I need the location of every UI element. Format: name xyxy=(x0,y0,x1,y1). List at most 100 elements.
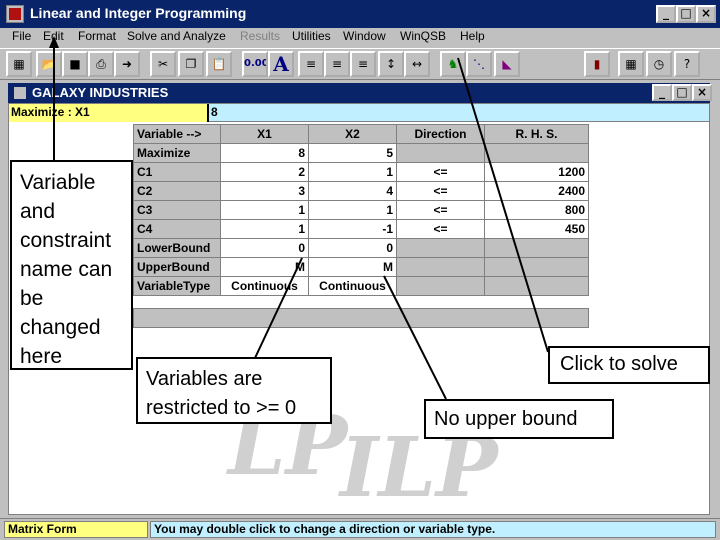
menu-winqsb[interactable]: WinQSB xyxy=(400,29,446,43)
cell-rhs xyxy=(484,276,589,296)
menu-utilities[interactable]: Utilities xyxy=(292,29,331,43)
cell-direction[interactable]: <= xyxy=(396,219,485,239)
callout-click-to-solve: Click to solve xyxy=(548,346,710,384)
cell-rhs xyxy=(484,257,589,277)
menu-solve-and-analyze[interactable]: Solve and Analyze xyxy=(127,29,226,43)
row-name: LowerBound xyxy=(133,238,221,258)
cell-x1[interactable]: 1 xyxy=(220,219,309,239)
decimal-icon[interactable]: 0.00 xyxy=(242,51,268,77)
header-x1[interactable]: X1 xyxy=(220,124,309,144)
cell-x2[interactable]: 0 xyxy=(308,238,397,258)
app-title: Linear and Integer Programming xyxy=(30,5,247,21)
table-row: VariableType Continuous Continuous xyxy=(133,276,589,296)
graph-solve-icon[interactable]: ⋱ xyxy=(466,51,492,77)
cell-rhs[interactable]: 1200 xyxy=(484,162,589,182)
child-minimize-button[interactable]: _ xyxy=(652,84,672,101)
callout-no-upper-bound: No upper bound xyxy=(424,399,614,439)
bar-chart-icon[interactable]: ▮ xyxy=(584,51,610,77)
header-variable: Variable --> xyxy=(133,124,221,144)
row-name[interactable]: C3 xyxy=(133,200,221,220)
cell-x1[interactable]: 8 xyxy=(220,143,309,163)
cell-x2[interactable]: 4 xyxy=(308,181,397,201)
cell-rhs xyxy=(484,143,589,163)
grid-header-row: Variable --> X1 X2 Direction R. H. S. xyxy=(133,124,589,144)
menu-help[interactable]: Help xyxy=(460,29,485,43)
row-name[interactable]: C2 xyxy=(133,181,221,201)
menu-format[interactable]: Format xyxy=(78,29,116,43)
row-name[interactable]: C1 xyxy=(133,162,221,182)
close-button[interactable]: × xyxy=(696,5,716,23)
align-center-icon[interactable]: ≡ xyxy=(324,51,350,77)
cell-rhs xyxy=(484,238,589,258)
cell-rhs[interactable]: 2400 xyxy=(484,181,589,201)
cell-reference: Maximize : X1 xyxy=(9,104,209,122)
cell-x1[interactable]: 3 xyxy=(220,181,309,201)
copy-icon[interactable]: ❐ xyxy=(178,51,204,77)
app-title-bar: Linear and Integer Programming _ □ × xyxy=(0,0,720,28)
help-icon[interactable]: ? xyxy=(674,51,700,77)
cell-x2[interactable]: 1 xyxy=(308,162,397,182)
chart-icon[interactable]: ◣ xyxy=(494,51,520,77)
model-window-title-bar: GALAXY INDUSTRIES _ □ × xyxy=(8,83,712,103)
app-icon[interactable] xyxy=(6,5,24,23)
row-name[interactable]: Maximize xyxy=(133,143,221,163)
print-icon[interactable]: ⎙ xyxy=(88,51,114,77)
cell-direction[interactable]: <= xyxy=(396,200,485,220)
grid-icon[interactable]: ▦ xyxy=(6,51,32,77)
cell-x2[interactable]: -1 xyxy=(308,219,397,239)
child-maximize-button[interactable]: □ xyxy=(672,84,692,101)
cell-x1[interactable]: 2 xyxy=(220,162,309,182)
clock-icon[interactable]: ◷ xyxy=(646,51,672,77)
child-close-button[interactable]: × xyxy=(692,84,712,101)
menu-bar: File Edit Format Solve and Analyze Resul… xyxy=(0,28,720,48)
cell-x1[interactable]: 1 xyxy=(220,200,309,220)
menu-file[interactable]: File xyxy=(12,29,31,43)
paste-icon[interactable]: 📋 xyxy=(206,51,232,77)
cell-value-input[interactable]: 8 xyxy=(211,104,218,121)
cell-rhs[interactable]: 800 xyxy=(484,200,589,220)
table-row: C3 1 1 <= 800 xyxy=(133,200,589,220)
cut-icon[interactable]: ✂ xyxy=(150,51,176,77)
save-icon[interactable]: ■ xyxy=(62,51,88,77)
callout-nonnegative: Variables are restricted to >= 0 xyxy=(136,357,332,424)
model-grid: Variable --> X1 X2 Direction R. H. S. Ma… xyxy=(133,124,589,296)
cell-direction xyxy=(396,257,485,277)
cell-x1[interactable]: Continuous xyxy=(220,276,309,296)
solve-icon[interactable]: ♞ xyxy=(440,51,466,77)
cell-x1[interactable]: 0 xyxy=(220,238,309,258)
table-row: C1 2 1 <= 1200 xyxy=(133,162,589,182)
status-hint: You may double click to change a directi… xyxy=(150,521,716,538)
cell-rhs[interactable]: 450 xyxy=(484,219,589,239)
maximize-button[interactable]: □ xyxy=(676,5,696,23)
cell-x2[interactable]: 5 xyxy=(308,143,397,163)
document-icon[interactable] xyxy=(14,87,26,99)
cell-direction[interactable]: <= xyxy=(396,162,485,182)
minimize-button[interactable]: _ xyxy=(656,5,676,23)
menu-window[interactable]: Window xyxy=(343,29,386,43)
table-row: UpperBound M M xyxy=(133,257,589,277)
align-right-icon[interactable]: ≡ xyxy=(350,51,376,77)
header-rhs: R. H. S. xyxy=(484,124,589,144)
cell-direction[interactable]: <= xyxy=(396,181,485,201)
header-x2[interactable]: X2 xyxy=(308,124,397,144)
calculator-icon[interactable]: ▦ xyxy=(618,51,644,77)
cell-x1[interactable]: M xyxy=(220,257,309,277)
font-icon[interactable]: A xyxy=(268,51,294,77)
status-mode: Matrix Form xyxy=(4,521,148,538)
align-left-icon[interactable]: ≡ xyxy=(298,51,324,77)
column-width-icon[interactable]: ↔ xyxy=(404,51,430,77)
cell-x2[interactable]: 1 xyxy=(308,200,397,220)
cell-x2[interactable]: M xyxy=(308,257,397,277)
row-name: UpperBound xyxy=(133,257,221,277)
row-height-icon[interactable]: ↕ xyxy=(378,51,404,77)
formula-bar: Maximize : X1 8 xyxy=(9,104,709,122)
cell-x2[interactable]: Continuous xyxy=(308,276,397,296)
menu-results[interactable]: Results xyxy=(240,29,280,43)
table-row: C4 1 -1 <= 450 xyxy=(133,219,589,239)
model-title: GALAXY INDUSTRIES xyxy=(32,85,169,100)
open-icon[interactable]: 📂 xyxy=(36,51,62,77)
row-name: VariableType xyxy=(133,276,221,296)
row-name[interactable]: C4 xyxy=(133,219,221,239)
menu-edit[interactable]: Edit xyxy=(43,29,64,43)
exit-icon[interactable]: ➜ xyxy=(114,51,140,77)
